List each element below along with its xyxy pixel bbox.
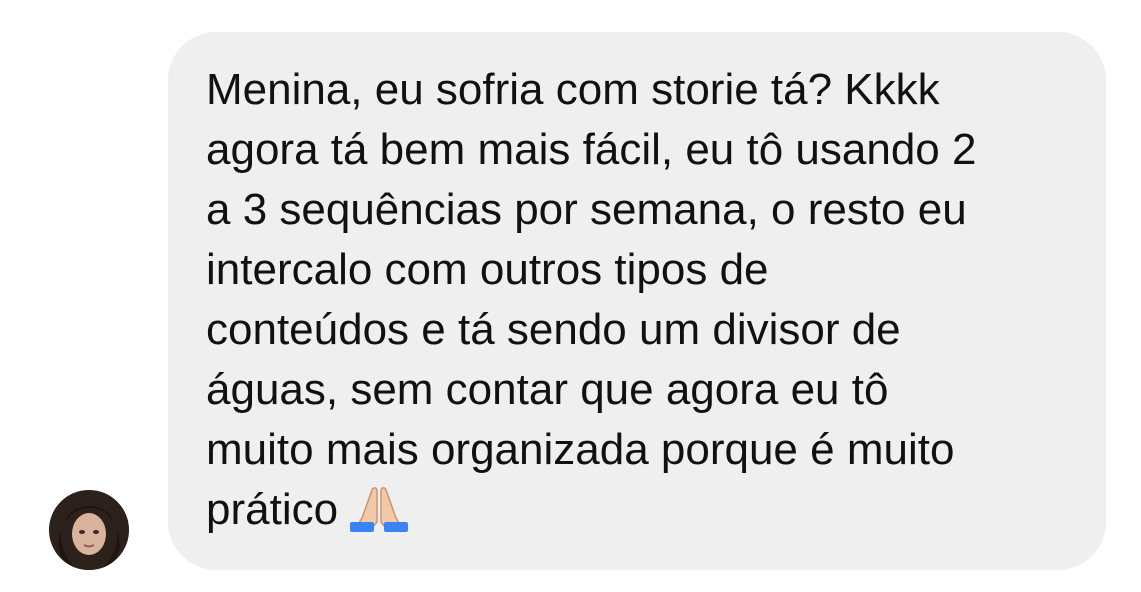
message-text: Menina, eu sofria com storie tá? Kkkk ag… xyxy=(206,60,1076,548)
avatar-photo xyxy=(49,490,129,570)
folded-hands-icon xyxy=(348,484,410,548)
message-body: Menina, eu sofria com storie tá? Kkkk ag… xyxy=(206,65,977,534)
message-bubble[interactable]: Menina, eu sofria com storie tá? Kkkk ag… xyxy=(168,32,1106,570)
avatar[interactable] xyxy=(49,490,129,570)
